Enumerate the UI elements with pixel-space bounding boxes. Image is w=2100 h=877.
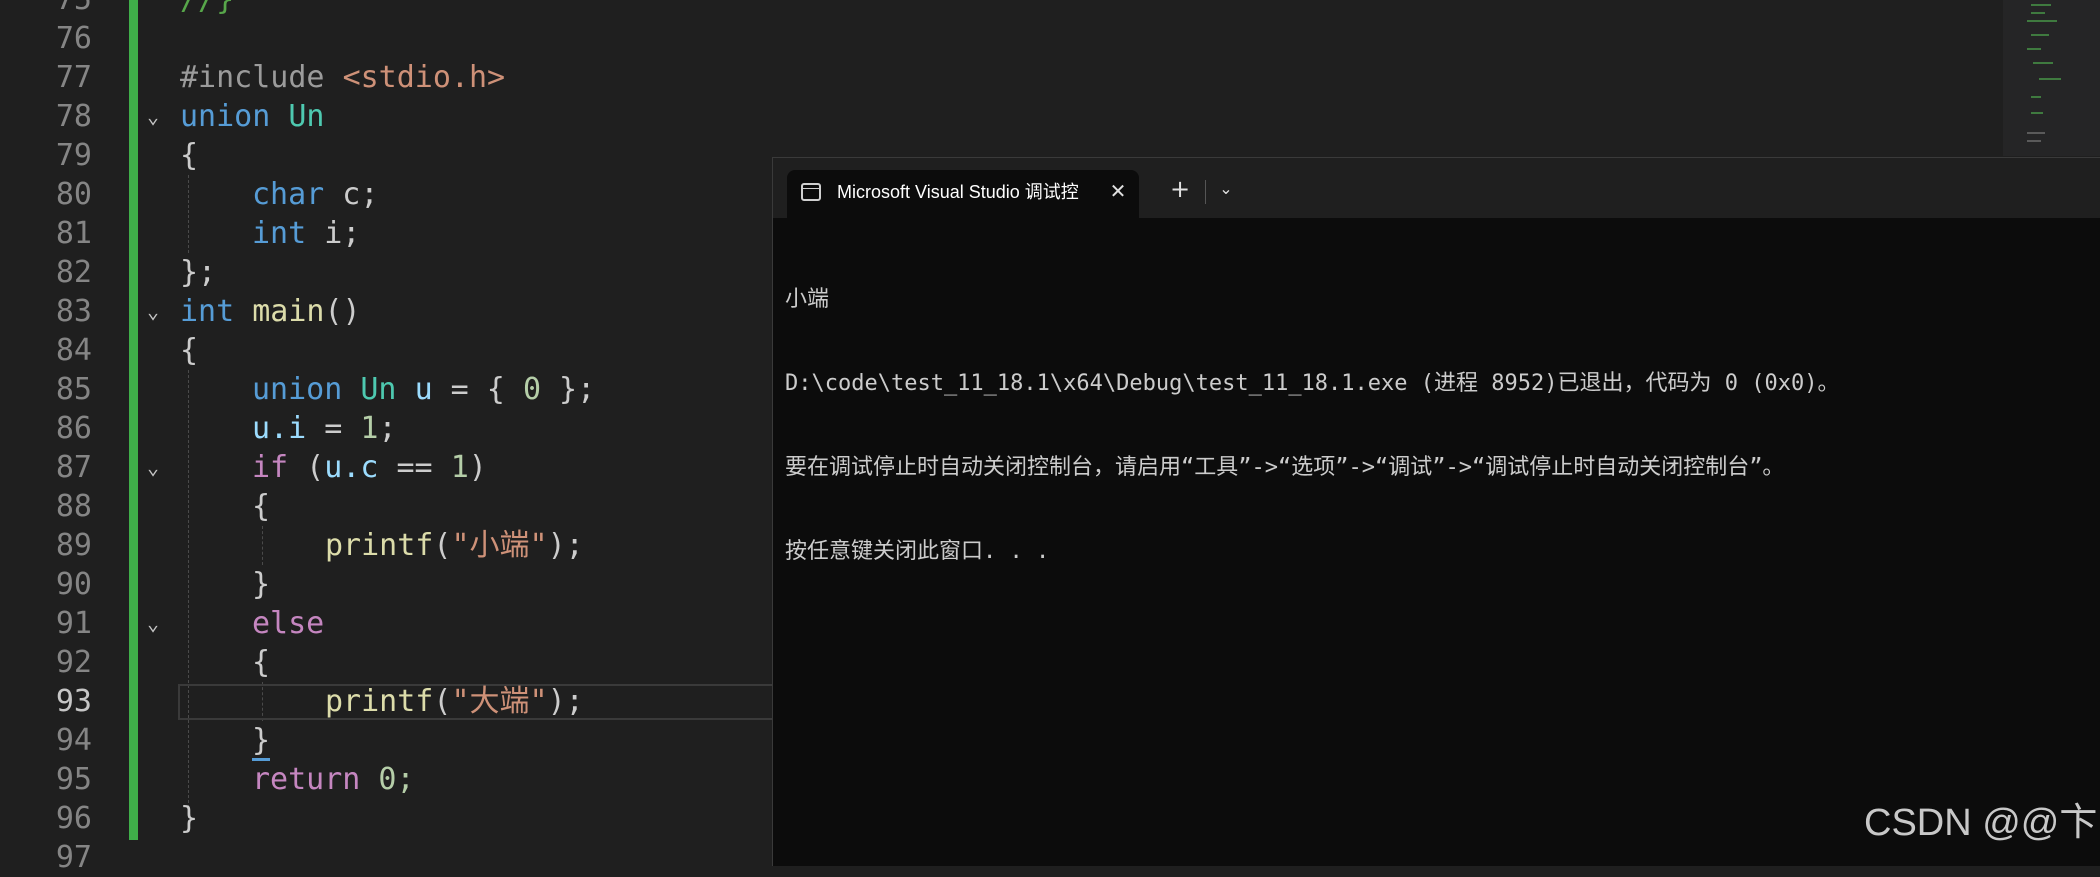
line-number: 94	[55, 723, 92, 758]
line-number: 82	[55, 255, 92, 290]
new-tab-button[interactable]: +	[1165, 174, 1195, 204]
minimap-line	[2027, 20, 2057, 22]
line-number: 75	[0, 0, 92, 19]
minimap-line	[2039, 78, 2061, 80]
code-line-92[interactable]: {	[252, 643, 270, 682]
close-tab-button[interactable]: ✕	[1105, 178, 1131, 204]
code-line-85[interactable]: union Un u = { 0 };	[252, 370, 595, 409]
code-line-87[interactable]: if (u.c == 1)	[252, 448, 487, 487]
console-output-line: 按任意键关闭此窗口. . .	[785, 539, 1050, 564]
code-line-86[interactable]: u.i = 1;	[252, 409, 397, 448]
line-number: 96	[55, 801, 92, 836]
line-number-current: 93	[55, 684, 92, 719]
console-tab-bar: Microsoft Visual Studio 调试控 ✕ + ⌄	[773, 158, 2100, 218]
fold-chevron-icon[interactable]: ⌄	[143, 97, 163, 136]
terminal-icon	[801, 183, 821, 201]
debug-console-window[interactable]: Microsoft Visual Studio 调试控 ✕ + ⌄ 小端 D:\…	[772, 157, 2100, 866]
console-output-line: 要在调试停止时自动关闭控制台，请启用“工具”->“选项”->“调试”->“调试停…	[785, 455, 1785, 480]
csdn-watermark: CSDN @@卞	[1864, 802, 2098, 844]
line-number: 76	[55, 21, 92, 56]
code-line-81[interactable]: int i;	[252, 214, 360, 253]
line-number: 80	[55, 177, 92, 212]
code-line-82[interactable]: };	[180, 253, 216, 292]
console-tab[interactable]: Microsoft Visual Studio 调试控 ✕	[787, 170, 1139, 218]
console-output-line: D:\code\test_11_18.1\x64\Debug\test_11_1…	[785, 371, 1840, 396]
code-line-84[interactable]: {	[180, 331, 198, 370]
code-line-91[interactable]: else	[252, 604, 324, 643]
indent-guide	[188, 175, 189, 253]
code-minimap[interactable]	[2003, 0, 2100, 156]
fold-chevron-icon[interactable]: ⌄	[143, 604, 163, 643]
line-number: 81	[55, 216, 92, 251]
code-line-89[interactable]: printf("小端");	[325, 526, 584, 565]
code-line-75[interactable]: //}	[180, 0, 234, 19]
code-line-83[interactable]: int main()	[180, 292, 361, 331]
code-line-96[interactable]: }	[180, 799, 198, 838]
code-line-88[interactable]: {	[252, 487, 270, 526]
line-number: 83	[55, 294, 92, 329]
console-output-line: 小端	[785, 287, 830, 312]
chevron-down-icon[interactable]: ⌄	[1211, 174, 1241, 204]
minimap-line	[2031, 12, 2045, 14]
minimap-line	[2031, 96, 2041, 98]
line-number: 95	[55, 762, 92, 797]
minimap-line	[2031, 4, 2051, 6]
indent-guide	[262, 526, 263, 565]
line-number: 90	[55, 567, 92, 602]
line-number: 85	[55, 372, 92, 407]
line-number: 86	[55, 411, 92, 446]
code-line-79[interactable]: {	[180, 136, 198, 175]
fold-chevron-icon[interactable]: ⌄	[143, 448, 163, 487]
code-line-93[interactable]: printf("大端");	[325, 682, 584, 721]
line-number: 89	[55, 528, 92, 563]
code-line-78[interactable]: union Un	[180, 97, 325, 136]
line-number: 97	[55, 840, 92, 875]
line-number: 79	[55, 138, 92, 173]
minimap-line	[2031, 112, 2043, 114]
minimap-line	[2027, 48, 2041, 50]
console-output[interactable]: 小端 D:\code\test_11_18.1\x64\Debug\test_1…	[785, 230, 2091, 622]
console-tab-title: Microsoft Visual Studio 调试控	[837, 182, 1079, 202]
code-line-94[interactable]: }	[252, 721, 271, 761]
line-number: 84	[55, 333, 92, 368]
line-number: 88	[55, 489, 92, 524]
tab-divider	[1205, 180, 1206, 204]
line-number: 77	[55, 60, 92, 95]
minimap-line	[2031, 34, 2049, 36]
fold-chevron-icon[interactable]: ⌄	[143, 292, 163, 331]
code-line-90[interactable]: }	[252, 565, 270, 604]
minimap-line	[2027, 132, 2045, 134]
indent-guide	[188, 370, 189, 818]
line-number: 87	[55, 450, 92, 485]
minimap-line	[2027, 140, 2041, 142]
change-tracking-bar	[129, 0, 138, 840]
code-line-80[interactable]: char c;	[252, 175, 378, 214]
code-line-77[interactable]: #include <stdio.h>	[180, 58, 505, 97]
line-number: 92	[55, 645, 92, 680]
code-line-95[interactable]: return 0;	[252, 760, 415, 799]
line-number: 78	[55, 99, 92, 134]
line-number: 91	[55, 606, 92, 641]
minimap-line	[2033, 62, 2053, 64]
